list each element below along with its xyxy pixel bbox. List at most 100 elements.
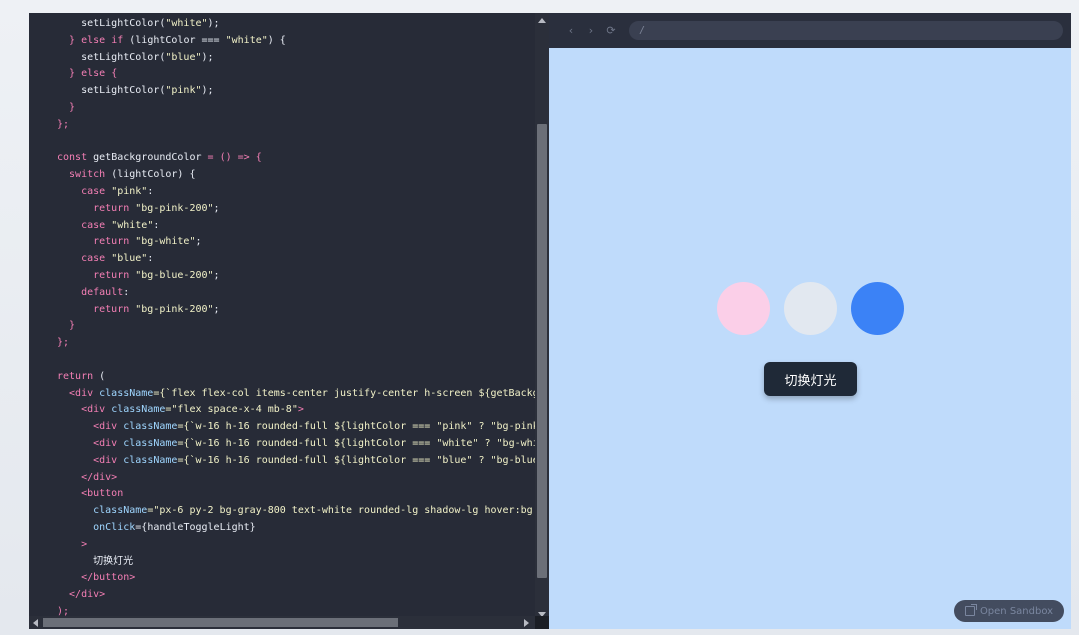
code-token: setLightColor(	[57, 85, 166, 97]
code-line: setLightColor("blue");	[29, 50, 549, 67]
code-token: = () => {	[207, 152, 262, 164]
horizontal-scrollbar[interactable]	[29, 616, 535, 629]
code-token: default	[57, 286, 124, 298]
code-token: (lightColor) {	[105, 169, 196, 181]
code-token: "blue"	[105, 253, 148, 265]
code-token: case	[57, 219, 106, 231]
url-bar[interactable]: /	[629, 21, 1063, 40]
code-token: ="flex space-x-4 mb-8"	[165, 404, 298, 416]
code-token: getBackgroundColor	[87, 152, 208, 164]
open-sandbox-button[interactable]: Open Sandbox	[954, 600, 1064, 622]
code-token: switch	[57, 169, 106, 181]
code-line: onClick={handleToggleLight}	[29, 520, 549, 537]
code-line: case "white":	[29, 218, 549, 235]
code-token: className	[93, 387, 154, 399]
code-token: onClick	[57, 521, 136, 533]
code-line: } else if (lightColor === "white") {	[29, 33, 549, 50]
code-token: }	[57, 320, 76, 332]
horizontal-scroll-thumb[interactable]	[43, 618, 398, 627]
code-token: }	[57, 68, 82, 80]
light-circle	[784, 282, 837, 335]
code-line: className="px-6 py-2 bg-gray-800 text-wh…	[29, 503, 549, 520]
code-token: <div	[57, 404, 106, 416]
code-line: switch (lightColor) {	[29, 167, 549, 184]
code-token: else if	[81, 34, 124, 46]
code-token: "pink"	[165, 85, 202, 97]
code-token: (	[93, 370, 106, 382]
code-token: ;	[213, 269, 220, 281]
code-token: className	[105, 404, 166, 416]
code-token: className	[117, 437, 178, 449]
code-token: className	[117, 454, 178, 466]
back-arrow-icon[interactable]: ‹	[561, 24, 581, 37]
code-token: };	[57, 337, 70, 349]
code-line: }	[29, 318, 549, 335]
code-line: setLightColor("pink");	[29, 83, 549, 100]
code-content[interactable]: setLightColor( "white"); } else if (light…	[29, 16, 549, 621]
code-line: </div>	[29, 470, 549, 487]
scroll-up-arrow-icon[interactable]	[538, 18, 546, 23]
code-token: <div	[57, 421, 118, 433]
code-line: };	[29, 117, 549, 134]
code-line: case "pink":	[29, 184, 549, 201]
code-token: ) {	[267, 34, 286, 46]
code-line: return "bg-pink-200";	[29, 302, 549, 319]
code-line: <div className={`w-16 h-16 rounded-full …	[29, 419, 549, 436]
code-token: case	[57, 253, 106, 265]
code-token: :	[153, 219, 160, 231]
code-token: 切换灯光	[57, 555, 134, 567]
code-line: return (	[29, 369, 549, 386]
code-token: ="px-6 py-2 bg-gray-800 text-white round…	[147, 505, 533, 517]
forward-arrow-icon[interactable]: ›	[581, 24, 601, 37]
code-token: );	[201, 85, 214, 97]
code-token: setLightColor(	[57, 51, 166, 63]
code-token: return	[57, 370, 94, 382]
code-token: <div	[57, 437, 118, 449]
vertical-scroll-thumb[interactable]	[537, 124, 547, 578]
code-token: return	[57, 303, 130, 315]
light-row	[717, 282, 904, 335]
code-token: }	[57, 101, 76, 113]
code-token: className	[117, 421, 178, 433]
code-token: ;	[195, 236, 202, 248]
light-circle	[851, 282, 904, 335]
code-line: <button	[29, 486, 549, 503]
code-token: else	[81, 68, 106, 80]
code-token: "white"	[165, 18, 208, 29]
code-token: ={handleToggleLight}	[135, 521, 256, 533]
code-line: >	[29, 537, 549, 554]
code-token: <div	[57, 454, 118, 466]
scroll-left-arrow-icon[interactable]	[33, 619, 38, 627]
vertical-scrollbar[interactable]	[535, 13, 549, 617]
preview-pane: ‹ › ⟳ / 切换灯光 Open Sandbox	[549, 13, 1071, 629]
code-token: const	[57, 152, 88, 164]
code-token: );	[207, 18, 220, 29]
code-token: {	[105, 68, 118, 80]
app-window: setLightColor( "white"); } else if (light…	[29, 13, 1071, 629]
code-token: "bg-blue-200"	[129, 269, 214, 281]
code-token: <div	[57, 387, 94, 399]
code-token: "bg-pink-200"	[129, 202, 214, 214]
code-token: return	[57, 236, 130, 248]
code-token: ={`flex flex-col items-center justify-ce…	[153, 387, 539, 399]
code-token: :	[123, 286, 130, 298]
refresh-icon[interactable]: ⟳	[601, 24, 621, 37]
code-token: ;	[213, 303, 220, 315]
toggle-light-button[interactable]: 切换灯光	[764, 362, 857, 396]
scrollbar-corner	[535, 616, 549, 629]
code-token: case	[57, 185, 106, 197]
code-token: (lightColor ===	[123, 34, 226, 46]
code-token: "blue"	[165, 51, 202, 63]
code-line: <div className={`w-16 h-16 rounded-full …	[29, 453, 549, 470]
code-token: ;	[213, 202, 220, 214]
code-line: case "blue":	[29, 251, 549, 268]
code-line: </button>	[29, 570, 549, 587]
code-token: >	[297, 404, 304, 416]
code-token: </div>	[57, 589, 106, 601]
code-token: "white"	[105, 219, 154, 231]
code-editor[interactable]: setLightColor( "white"); } else if (light…	[29, 13, 549, 629]
code-line: return "bg-white";	[29, 234, 549, 251]
code-token: return	[57, 269, 130, 281]
scroll-right-arrow-icon[interactable]	[524, 619, 529, 627]
